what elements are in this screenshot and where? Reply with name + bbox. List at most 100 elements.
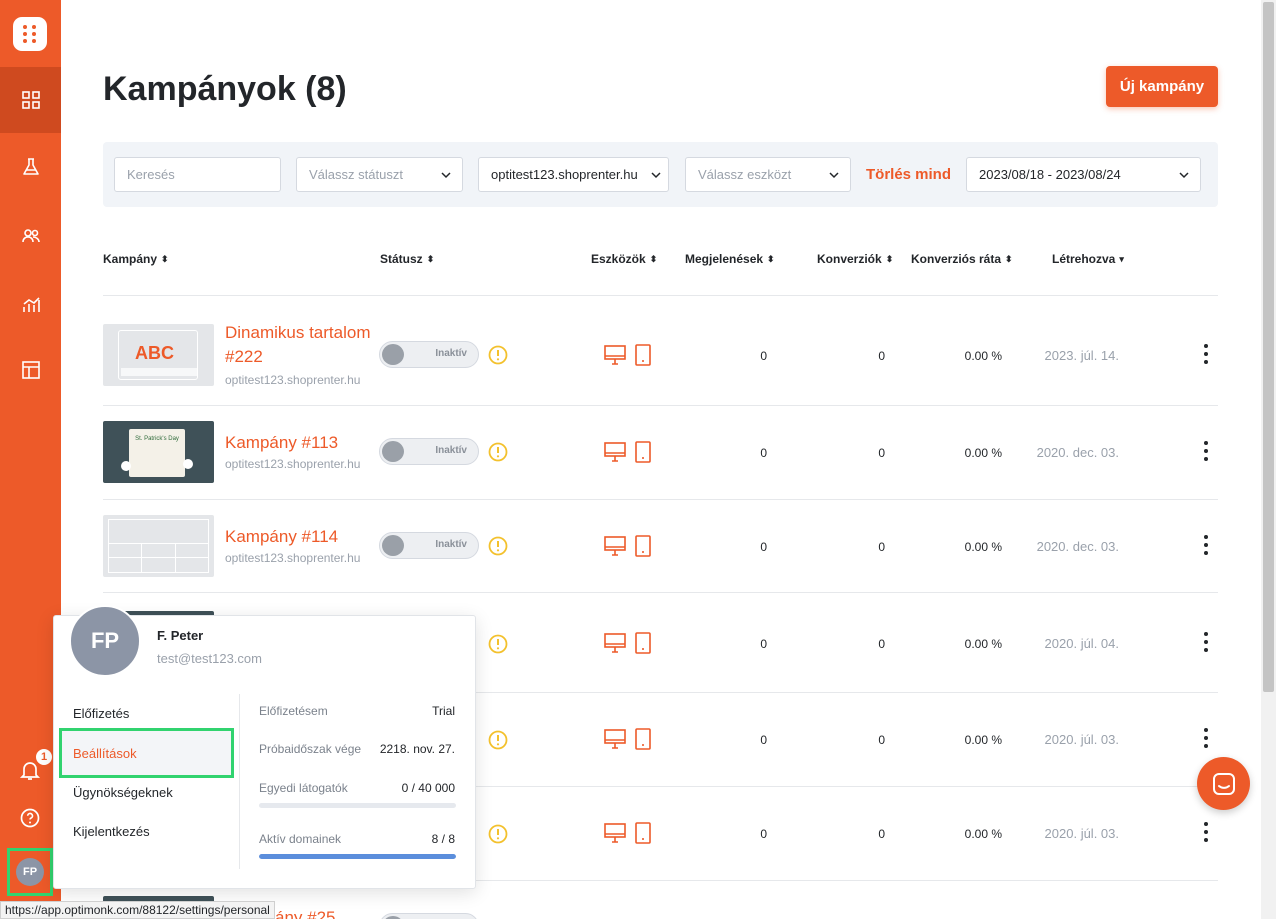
desktop-icon xyxy=(604,823,626,843)
visitors-label: Egyedi látogatók xyxy=(259,781,348,795)
search-input[interactable]: Keresés xyxy=(114,157,281,192)
column-header-devices[interactable]: Eszközök ⬍ xyxy=(591,252,657,266)
status-select[interactable]: Válassz státuszt xyxy=(296,157,463,192)
more-options-icon[interactable] xyxy=(1203,441,1209,463)
divider xyxy=(239,694,240,869)
status-toggle[interactable] xyxy=(379,913,479,919)
sidebar-item-audience[interactable] xyxy=(0,203,61,269)
column-header-status[interactable]: Státusz ⬍ xyxy=(380,252,434,266)
campaign-thumbnail[interactable] xyxy=(103,515,214,577)
table-row: Kampány #114 optitest123.shoprenter.hu I… xyxy=(103,500,1218,593)
column-header-campaign[interactable]: Kampány ⬍ xyxy=(103,252,169,266)
conversions-value: 0 xyxy=(878,540,885,554)
conversion-rate-value: 0.00 % xyxy=(964,733,1002,747)
created-date: 2020. dec. 03. xyxy=(1036,539,1119,554)
users-icon xyxy=(21,229,40,243)
browser-status-url: https://app.optimonk.com/88122/settings/… xyxy=(0,901,275,919)
sidebar-item-campaigns[interactable] xyxy=(0,67,61,133)
column-label: Megjelenések xyxy=(685,252,764,266)
table-row: ABC Dinamikus tartalom #222 optitest123.… xyxy=(103,296,1218,406)
campaign-name-link[interactable]: Kampány #113 xyxy=(225,431,385,455)
created-date: 2020. júl. 03. xyxy=(1044,732,1119,747)
column-header-conversion-rate[interactable]: Konverziós ráta ⬍ xyxy=(911,252,1013,266)
logo-icon[interactable] xyxy=(13,17,47,51)
status-label: Inaktív xyxy=(435,539,467,550)
page-scrollbar[interactable] xyxy=(1261,0,1276,919)
campaign-thumbnail[interactable]: ABC xyxy=(103,324,214,386)
menu-item-subscription[interactable]: Előfizetés xyxy=(73,706,129,721)
created-date: 2023. júl. 14. xyxy=(1044,348,1119,363)
more-options-icon[interactable] xyxy=(1203,632,1209,654)
help-icon[interactable] xyxy=(19,807,41,829)
warning-icon[interactable] xyxy=(488,730,508,750)
column-header-created[interactable]: Létrehozva ▾ xyxy=(1052,252,1124,266)
trial-end-value: 2218. nov. 27. xyxy=(379,742,455,756)
warning-icon[interactable] xyxy=(488,442,508,462)
status-label: Inaktív xyxy=(435,348,467,359)
status-label: Inaktív xyxy=(435,445,467,456)
thumbnail-text: St. Patrick's Day xyxy=(135,436,179,442)
menu-item-settings[interactable]: Beállítások xyxy=(59,728,234,778)
more-options-icon[interactable] xyxy=(1203,728,1209,750)
warning-icon[interactable] xyxy=(488,634,508,654)
date-range-picker[interactable]: 2023/08/18 - 2023/08/24 xyxy=(966,157,1201,192)
clear-all-filters-link[interactable]: Törlés mind xyxy=(866,166,951,183)
subscription-label: Előfizetésem xyxy=(259,704,328,718)
conversion-rate-value: 0.00 % xyxy=(964,827,1002,841)
conversions-value: 0 xyxy=(878,637,885,651)
trial-end-label: Próbaidőszak vége xyxy=(259,742,362,756)
column-header-impressions[interactable]: Megjelenések ⬍ xyxy=(685,252,775,266)
column-label: Státusz xyxy=(380,252,423,266)
desktop-icon xyxy=(604,345,626,365)
menu-item-logout[interactable]: Kijelentkezés xyxy=(73,824,150,839)
impressions-value: 0 xyxy=(760,446,767,460)
campaign-thumbnail[interactable]: St. Patrick's Day xyxy=(103,421,214,483)
warning-icon[interactable] xyxy=(488,536,508,556)
sort-desc-icon: ▾ xyxy=(1119,253,1124,264)
chat-icon xyxy=(1212,772,1235,795)
status-toggle[interactable]: Inaktív xyxy=(379,341,479,368)
menu-item-agencies[interactable]: Ügynökségeknek xyxy=(73,785,173,800)
column-label: Konverziók xyxy=(817,252,882,266)
campaign-name-link[interactable]: Kampány #114 xyxy=(225,525,385,549)
warning-icon[interactable] xyxy=(488,824,508,844)
impressions-value: 0 xyxy=(760,637,767,651)
user-email: test@test123.com xyxy=(157,651,262,666)
desktop-icon xyxy=(604,729,626,749)
campaign-name-link[interactable]: Dinamikus tartalom #222 xyxy=(225,321,385,369)
column-label: Eszközök xyxy=(591,252,646,266)
device-select[interactable]: Válassz eszközt xyxy=(685,157,851,192)
sidebar-item-templates[interactable] xyxy=(0,337,61,403)
more-options-icon[interactable] xyxy=(1203,344,1209,366)
chat-launcher-button[interactable] xyxy=(1197,757,1250,810)
more-options-icon[interactable] xyxy=(1203,535,1209,557)
conversion-rate-value: 0.00 % xyxy=(964,349,1002,363)
campaign-domain: optitest123.shoprenter.hu xyxy=(225,457,361,471)
new-campaign-button[interactable]: Új kampány xyxy=(1106,66,1218,107)
status-toggle[interactable]: Inaktív xyxy=(379,532,479,559)
conversion-rate-value: 0.00 % xyxy=(964,540,1002,554)
campaign-domain: optitest123.shoprenter.hu xyxy=(225,373,361,387)
column-header-conversions[interactable]: Konverziók ⬍ xyxy=(817,252,893,266)
user-menu-button[interactable]: FP xyxy=(7,848,53,896)
thumbnail-text: ABC xyxy=(135,343,174,363)
conversions-value: 0 xyxy=(878,446,885,460)
domain-select-label: optitest123.shoprenter.hu xyxy=(491,167,638,182)
mobile-icon xyxy=(635,822,651,844)
warning-icon[interactable] xyxy=(488,345,508,365)
flask-icon xyxy=(22,158,39,175)
column-label: Létrehozva xyxy=(1052,252,1116,266)
scrollbar-thumb[interactable] xyxy=(1263,2,1274,692)
created-date: 2020. júl. 03. xyxy=(1044,826,1119,841)
impressions-value: 0 xyxy=(760,540,767,554)
domain-select[interactable]: optitest123.shoprenter.hu xyxy=(478,157,669,192)
mobile-icon xyxy=(635,728,651,750)
created-date: 2020. júl. 04. xyxy=(1044,636,1119,651)
sidebar-item-analytics[interactable] xyxy=(0,271,61,337)
sidebar: 1 FP xyxy=(0,0,61,919)
more-options-icon[interactable] xyxy=(1203,822,1209,844)
status-toggle[interactable]: Inaktív xyxy=(379,438,479,465)
dashboard-icon xyxy=(21,91,40,109)
sidebar-item-experiments[interactable] xyxy=(0,134,61,200)
desktop-icon xyxy=(604,442,626,462)
